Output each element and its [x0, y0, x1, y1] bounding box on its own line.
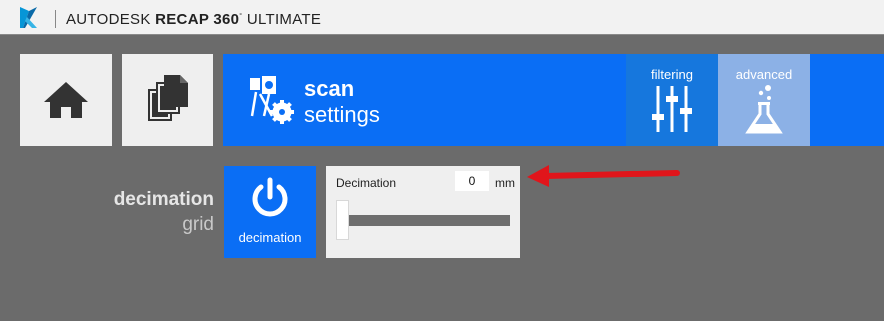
- projects-button[interactable]: [122, 54, 213, 146]
- banner-subtitle: settings: [304, 102, 380, 127]
- tab-advanced-label: advanced: [735, 67, 793, 82]
- red-arrow-annotation: [527, 165, 680, 187]
- tab-filtering-label: filtering: [651, 67, 693, 82]
- decimation-panel: Decimation mm: [326, 166, 520, 258]
- home-icon: [44, 82, 88, 118]
- scan-settings-icon: [250, 76, 294, 124]
- decimation-toggle-button[interactable]: decimation: [224, 166, 316, 258]
- decimation-unit: mm: [495, 176, 515, 190]
- flask-icon: [745, 85, 783, 134]
- decimation-label: Decimation: [336, 176, 397, 190]
- power-icon: [252, 177, 288, 217]
- decimation-value-input[interactable]: [455, 171, 489, 191]
- scan-settings-banner: scan settings filtering advanced: [223, 54, 884, 146]
- home-button[interactable]: [20, 54, 112, 146]
- app-title: AUTODESK RECAP 360° ULTIMATE: [55, 0, 321, 34]
- decimation-toggle-label: decimation: [238, 230, 302, 245]
- title-separator: [55, 10, 56, 29]
- tab-advanced[interactable]: advanced: [718, 54, 810, 146]
- trademark-mark: °: [239, 13, 243, 20]
- product-name: RECAP 360: [155, 11, 240, 28]
- brand-name: AUTODESK: [66, 11, 151, 28]
- section-title: decimation: [113, 189, 214, 210]
- decimation-slider-thumb[interactable]: [336, 200, 349, 240]
- banner-title: scan: [304, 76, 355, 101]
- copy-pages-icon: [147, 75, 188, 121]
- tab-filtering[interactable]: filtering: [626, 54, 718, 146]
- title-bar: AUTODESK RECAP 360° ULTIMATE: [0, 0, 884, 35]
- autodesk-logo-icon: [20, 7, 37, 28]
- decimation-slider-track[interactable]: [336, 215, 510, 226]
- section-subtitle: grid: [182, 214, 214, 235]
- sliders-icon: [652, 86, 692, 132]
- edition-name: ULTIMATE: [246, 11, 322, 28]
